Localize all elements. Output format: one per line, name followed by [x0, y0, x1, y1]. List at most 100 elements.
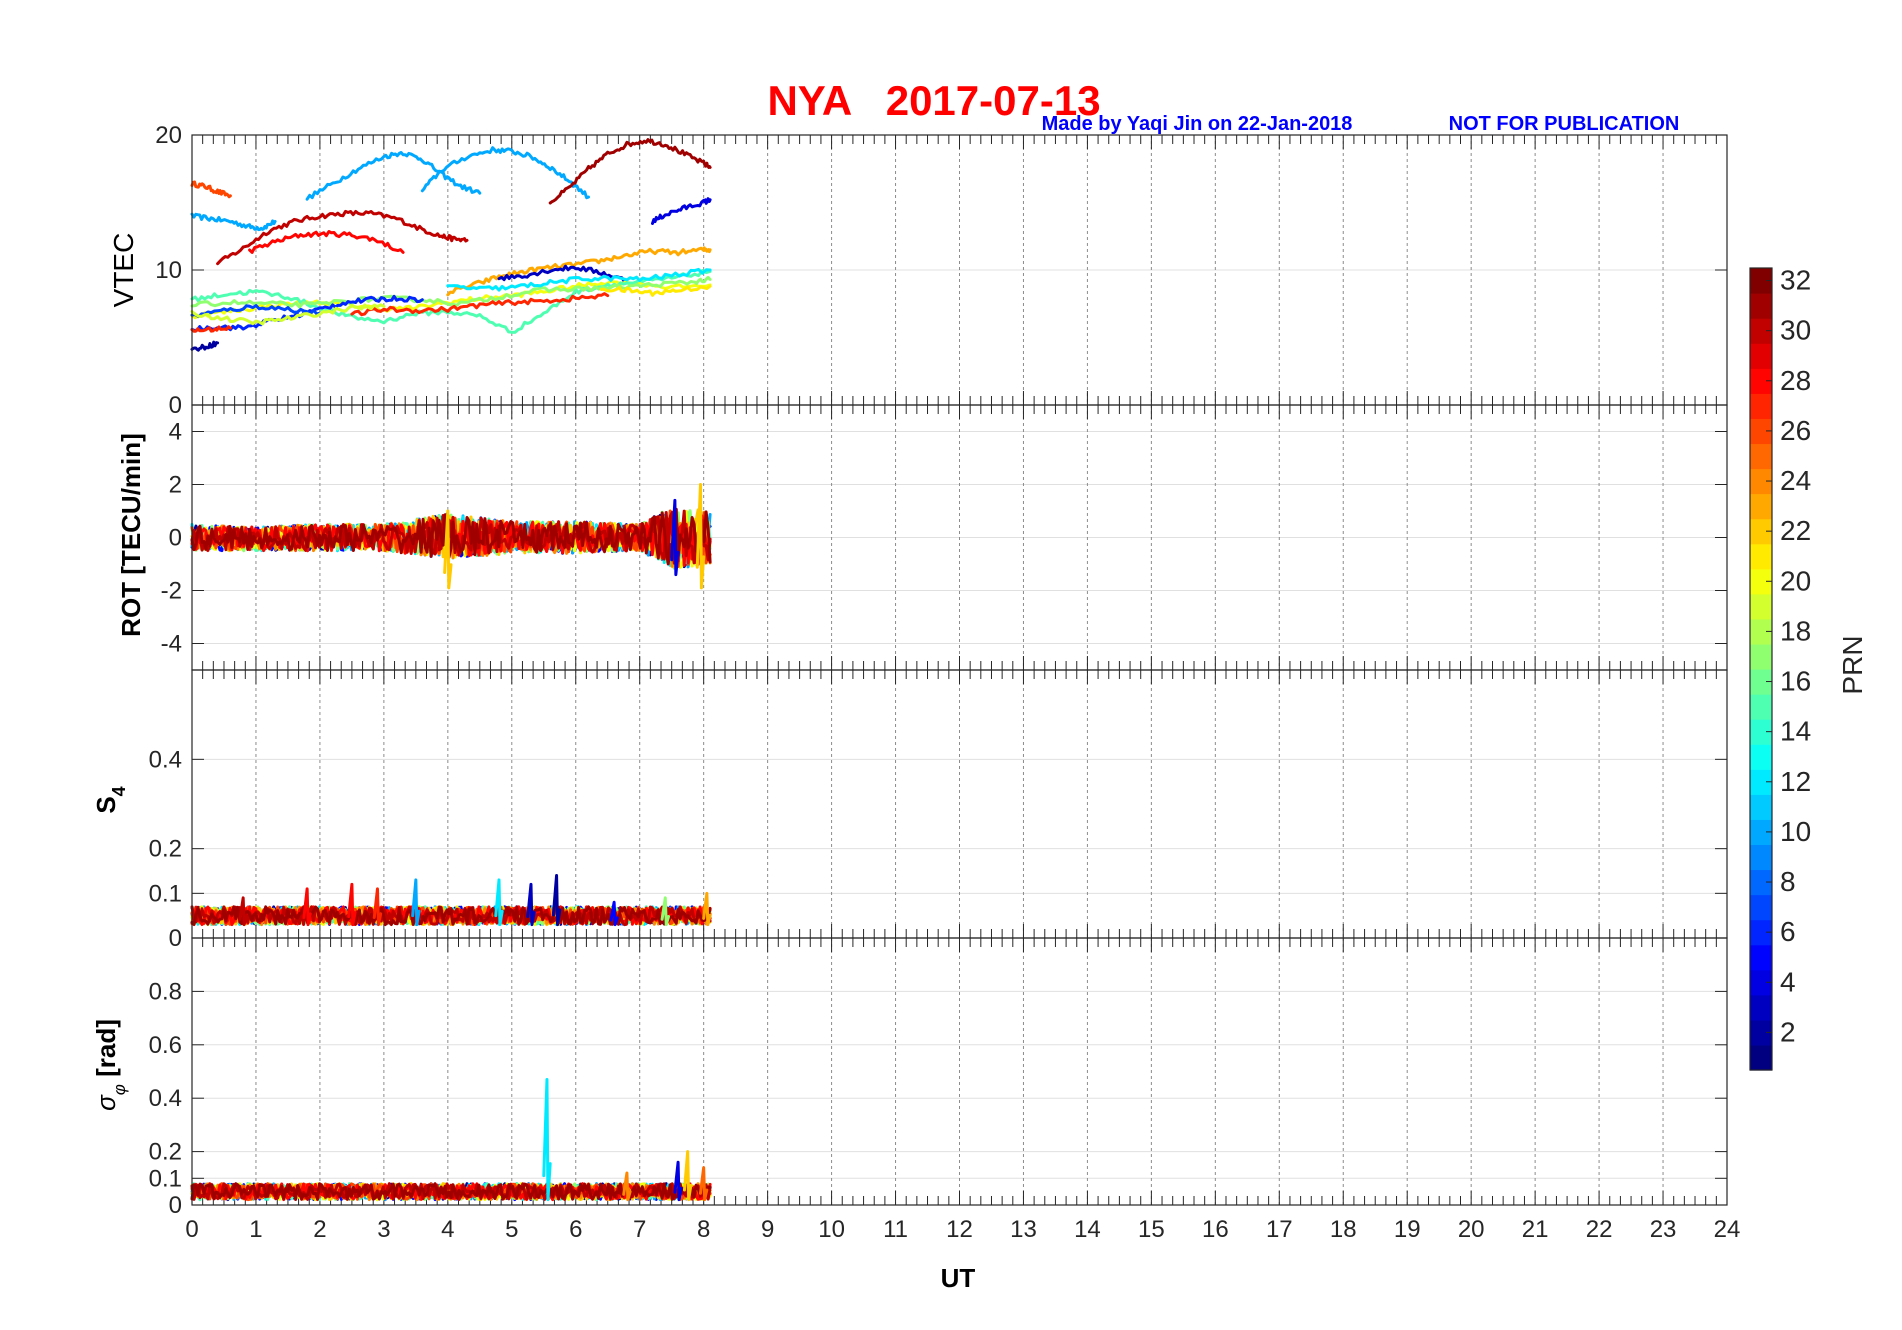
colorbar-tick-label: 12 [1780, 766, 1811, 797]
colorbar-swatch-7 [1750, 894, 1772, 921]
colorbar-tick-label: 2 [1780, 1016, 1796, 1047]
panel-s4: 0 0.1 0.2 0.4 [149, 669, 1728, 952]
x-tick-label: 23 [1650, 1216, 1677, 1243]
s4-ylabel: S4 [91, 786, 129, 813]
y-tick-label: -4 [161, 631, 182, 658]
rot-ylabel: ROT [TECU/min] [116, 433, 146, 637]
y-tick-label: 0.8 [149, 978, 182, 1005]
x-tick-label: 2 [313, 1216, 326, 1243]
colorbar-swatch-11 [1750, 794, 1772, 820]
vtec-trace-prn-10 [190, 212, 277, 232]
colorbar-tick-label: 20 [1780, 565, 1811, 596]
x-tick-label: 5 [505, 1216, 518, 1243]
colorbar-tick-label: 10 [1780, 816, 1811, 847]
colorbar-tick-label: 28 [1780, 365, 1811, 396]
y-tick-label: 0 [169, 1192, 182, 1219]
publication-notice: NOT FOR PUBLICATION [1449, 113, 1680, 135]
colorbar-tick-label: 6 [1780, 916, 1796, 947]
x-tick-label: 3 [377, 1216, 390, 1243]
colorbar-swatch-3 [1750, 994, 1772, 1021]
vtec-trace-prn-4 [651, 197, 712, 225]
y-tick-label: 0.6 [149, 1032, 182, 1059]
y-tick-label: 20 [155, 122, 182, 149]
x-tick-label: 14 [1074, 1216, 1101, 1243]
y-tick-label: 0 [169, 925, 182, 952]
x-tick-label: 12 [946, 1216, 973, 1243]
colorbar-swatch-15 [1750, 694, 1772, 720]
colorbar-tick-label: 24 [1780, 465, 1811, 496]
colorbar-tick-label: 18 [1780, 615, 1811, 646]
x-tick-label: 21 [1522, 1216, 1549, 1243]
y-tick-label: 2 [169, 472, 182, 499]
x-tick-label: 13 [1010, 1216, 1037, 1243]
x-axis-label: UT [941, 1263, 976, 1293]
sigma-phi-ylabel: σφ [rad] [91, 1019, 129, 1111]
y-tick-label: 0.2 [149, 1139, 182, 1166]
vtec-trace-prn-31 [548, 138, 712, 205]
colorbar-swatch-23 [1750, 493, 1772, 520]
figure-canvas: NYA 2017-07-13 Made by Yaqi Jin on 22-Ja… [91, 77, 1868, 1293]
x-tick-label: 18 [1330, 1216, 1357, 1243]
panel-vtec: 0 10 20 [155, 122, 1728, 419]
x-tick-label: 16 [1202, 1216, 1229, 1243]
colorbar-swatch-21 [1750, 543, 1772, 570]
colorbar: 2468101214161820222426283032 [1749, 265, 1811, 1071]
x-tick-label: 20 [1458, 1216, 1485, 1243]
colorbar-tick-label: 22 [1780, 515, 1811, 546]
traces-sigma_phi [190, 1078, 712, 1202]
vtec-trace-prn-30 [216, 209, 469, 266]
panel-sigma_phi: 00.10.20.40.60.80 1 2 3 4 5 6 7 8 9 10 11 12 13 14 15 16… [149, 937, 1741, 1243]
x-tick-label: 22 [1586, 1216, 1613, 1243]
x-tick-label: 11 [883, 1216, 908, 1243]
colorbar-swatch-27 [1750, 393, 1772, 419]
colorbar-swatch-13 [1750, 744, 1772, 770]
colorbar-tick-label: 30 [1780, 315, 1811, 346]
colorbar-swatch-25 [1750, 443, 1772, 470]
colorbar-tick-label: 4 [1780, 966, 1796, 997]
x-tick-label: 17 [1266, 1216, 1293, 1243]
colorbar-tick-label: 14 [1780, 716, 1811, 747]
y-tick-label: 0.2 [149, 836, 182, 863]
traces-rot [190, 483, 712, 590]
y-tick-label: 0.1 [149, 880, 182, 907]
y-tick-label: 0 [169, 525, 182, 552]
colorbar-swatch-29 [1750, 343, 1772, 369]
colorbar-swatch-1 [1750, 1044, 1772, 1071]
y-tick-label: 10 [155, 257, 182, 284]
colorbar-swatch-5 [1750, 944, 1772, 971]
colorbar-tick-label: 26 [1780, 415, 1811, 446]
vtec-ylabel: VTEC [108, 233, 139, 308]
x-tick-label: 9 [761, 1216, 774, 1243]
panels-group: 01020-4-202400.10.20.400.10.20.40.60.80 1… [149, 122, 1741, 1243]
colorbar-label: PRN [1837, 635, 1868, 694]
y-tick-label: 0.1 [149, 1165, 182, 1192]
y-axis-labels: VTEC ROT [TECU/min] S4 σφ [rad] [91, 233, 146, 1111]
colorbar-swatch-31 [1750, 293, 1772, 319]
colorbar-tick-label: 8 [1780, 866, 1796, 897]
x-tick-label: 24 [1714, 1216, 1741, 1243]
colorbar-tick-label: 32 [1780, 265, 1811, 296]
vtec-trace-prn-2 [190, 340, 220, 352]
y-tick-label: 0 [169, 392, 182, 419]
x-tick-label: 10 [818, 1216, 845, 1243]
panel-rot: -4 -2 0 2 4 [161, 404, 1728, 671]
sigma_phi-spike-prn-12 [542, 1078, 552, 1202]
traces-s4 [190, 873, 712, 927]
x-tick-label: 4 [441, 1216, 454, 1243]
y-tick-label: 0.4 [149, 1085, 182, 1112]
x-tick-label: 6 [569, 1216, 582, 1243]
x-tick-label: 15 [1138, 1216, 1165, 1243]
y-tick-label: -2 [161, 578, 182, 605]
y-tick-label: 4 [169, 419, 182, 446]
colorbar-swatch-19 [1750, 593, 1772, 620]
vtec-trace-prn-28 [248, 230, 405, 254]
vtec-trace-prn-10 [305, 151, 482, 201]
traces-vtec [190, 138, 712, 352]
x-tick-label: 1 [249, 1216, 262, 1243]
colorbar-tick-label: 16 [1780, 666, 1811, 697]
x-tick-label: 7 [633, 1216, 646, 1243]
colorbar-swatch-9 [1750, 844, 1772, 871]
y-tick-label: 0.4 [149, 746, 182, 773]
colorbar-swatch-17 [1750, 643, 1772, 670]
vtec-trace-prn-26 [190, 180, 232, 199]
